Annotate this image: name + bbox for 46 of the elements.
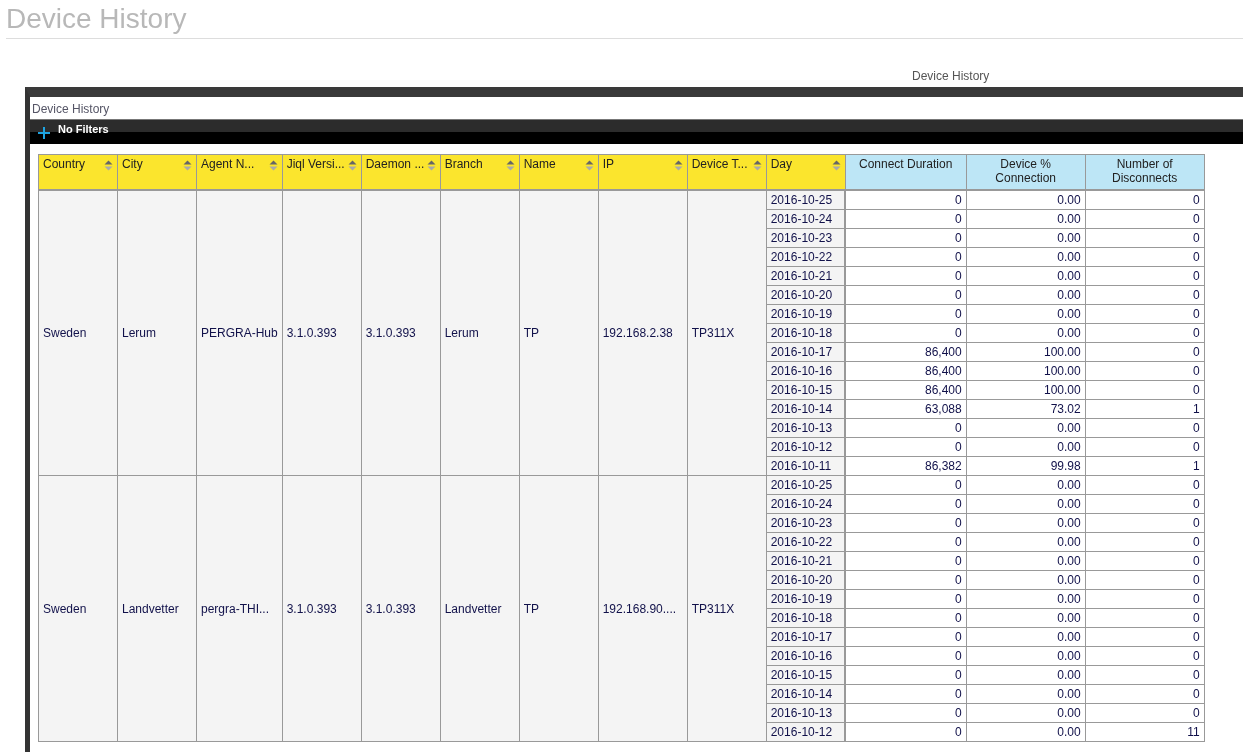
table-cell: TP311X <box>687 190 767 476</box>
sort-icon[interactable] <box>347 160 357 171</box>
table-cell: 3.1.0.393 <box>282 475 362 742</box>
table-cell: Sweden <box>38 190 118 476</box>
table-cell: 192.168.2.38 <box>598 190 688 476</box>
filter-label[interactable]: No Filters <box>58 123 109 135</box>
page-title: Device History <box>5 2 188 36</box>
sort-icon[interactable] <box>104 160 113 171</box>
column-header[interactable]: IP <box>598 154 688 190</box>
column-header[interactable]: Day <box>766 154 846 190</box>
column-header[interactable]: Connect Duration <box>845 154 967 190</box>
plus-icon[interactable] <box>38 127 50 139</box>
sort-icon[interactable] <box>584 160 594 171</box>
sort-icon[interactable] <box>183 160 192 171</box>
sort-icon[interactable] <box>752 160 762 171</box>
table-cell: Lerum <box>440 190 520 476</box>
column-header[interactable]: Agent N... <box>196 154 283 190</box>
table-cell: pergra-THI... <box>196 475 283 742</box>
table-cell: Lerum <box>117 190 197 476</box>
table-cell: Landvetter <box>440 475 520 742</box>
table-cell: 3.1.0.393 <box>282 190 362 476</box>
column-header[interactable]: Country <box>38 154 118 190</box>
column-header[interactable]: Device T... <box>687 154 767 190</box>
table-cell: PERGRA-Hub <box>196 190 283 476</box>
report-title: Device History <box>912 69 990 83</box>
column-header[interactable]: Name <box>519 154 599 190</box>
column-header[interactable]: Branch <box>440 154 520 190</box>
table-cell: 192.168.90.... <box>598 475 688 742</box>
sort-icon[interactable] <box>426 160 436 171</box>
table-cell: Sweden <box>38 475 118 742</box>
column-header[interactable]: Number of Disconnects <box>1085 154 1205 190</box>
column-header[interactable]: Jiql Versi... <box>282 154 362 190</box>
table-cell: TP <box>519 475 599 742</box>
column-header[interactable]: Device % Connection <box>966 154 1086 190</box>
column-header[interactable]: City <box>117 154 197 190</box>
column-header[interactable]: Daemon ... <box>361 154 441 190</box>
sort-icon[interactable] <box>505 160 515 171</box>
sort-icon[interactable] <box>831 160 841 171</box>
table-cell: 3.1.0.393 <box>361 190 441 476</box>
table-cell: TP <box>519 190 599 476</box>
table-cell: TP311X <box>687 475 767 742</box>
panel-title: Device History <box>31 101 110 118</box>
table-cell: 3.1.0.393 <box>361 475 441 742</box>
sort-icon[interactable] <box>673 160 683 171</box>
table-cell: Landvetter <box>117 475 197 742</box>
sort-icon[interactable] <box>268 160 278 171</box>
